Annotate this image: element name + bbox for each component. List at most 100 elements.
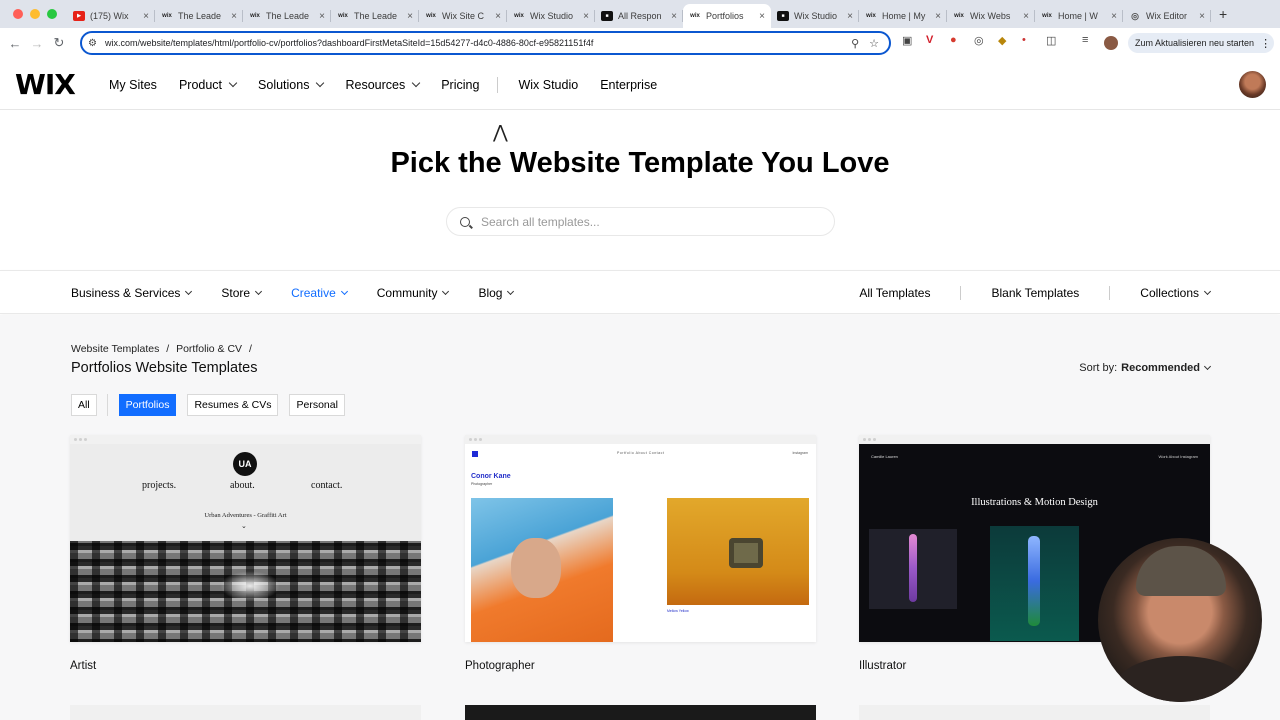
close-tab-icon[interactable]: × xyxy=(1111,11,1117,22)
close-tab-icon[interactable]: × xyxy=(583,11,589,22)
template-card-artist[interactable]: UA projects. about. contact. Urban Adven… xyxy=(70,435,421,672)
forward-icon[interactable]: → xyxy=(26,36,48,51)
browser-tab[interactable]: ◎ Wix Editor × xyxy=(1123,4,1211,28)
all-templates-link[interactable]: All Templates xyxy=(859,286,930,300)
editor-favicon-icon: ◎ xyxy=(1131,10,1139,21)
close-tab-icon[interactable]: × xyxy=(407,11,413,22)
preview-social: Instagram xyxy=(792,451,808,455)
sort-dropdown[interactable]: Sort by: Recommended xyxy=(1079,362,1212,374)
nav-my-sites[interactable]: My Sites xyxy=(109,78,157,92)
close-tab-icon[interactable]: × xyxy=(495,11,501,22)
chevron-down-icon xyxy=(255,287,263,295)
close-tab-icon[interactable]: × xyxy=(319,11,325,22)
browser-tab[interactable]: wix Wix Site C × xyxy=(419,4,507,28)
record-extension-icon[interactable]: ● xyxy=(950,34,957,46)
category-label: Business & Services xyxy=(71,286,181,300)
browser-tab[interactable]: ■ All Respon × xyxy=(595,4,683,28)
minimize-window-button[interactable] xyxy=(30,9,40,19)
reading-list-icon[interactable]: ≡ xyxy=(1082,34,1088,46)
wix-logo[interactable]: WIX xyxy=(15,68,76,101)
user-avatar[interactable] xyxy=(1239,71,1266,98)
template-card-photographer[interactable]: Portfolio About Contact Instagram Conor … xyxy=(465,435,816,672)
blank-templates-link[interactable]: Blank Templates xyxy=(991,286,1079,300)
template-search[interactable] xyxy=(446,207,835,236)
template-card-next[interactable] xyxy=(465,705,816,720)
wallet-extension-icon[interactable]: ◆ xyxy=(998,34,1006,47)
profile-avatar[interactable] xyxy=(1104,36,1118,50)
close-tab-icon[interactable]: × xyxy=(847,11,853,22)
close-tab-icon[interactable]: × xyxy=(143,11,149,22)
browser-tab[interactable]: wix Portfolios × xyxy=(683,4,771,28)
nav-product[interactable]: Product xyxy=(179,78,238,92)
search-icon xyxy=(460,216,470,227)
url-text[interactable]: wix.com/website/templates/html/portfolio… xyxy=(105,38,851,48)
template-card-next[interactable] xyxy=(70,705,421,720)
breadcrumb-website-templates[interactable]: Website Templates xyxy=(71,343,159,355)
vivaldi-extension-icon[interactable]: V xyxy=(926,34,933,46)
preview-menu: Work About Instagram xyxy=(1158,454,1199,459)
maximize-window-button[interactable] xyxy=(47,9,57,19)
tab-title: (175) Wix xyxy=(90,11,129,21)
filter-all[interactable]: All xyxy=(71,394,97,416)
screenshot-extension-icon[interactable]: ▣ xyxy=(902,34,912,47)
browser-tab[interactable]: wix The Leade × xyxy=(155,4,243,28)
site-info-icon[interactable]: ⚙ xyxy=(88,38,97,49)
wix-favicon-icon: wix xyxy=(866,13,876,19)
close-tab-icon[interactable]: × xyxy=(231,11,237,22)
pin-extension-icon[interactable]: • xyxy=(1022,34,1026,46)
reload-icon[interactable]: ↻ xyxy=(48,35,70,51)
browser-tab[interactable]: wix Wix Webs × xyxy=(947,4,1035,28)
nav-resources[interactable]: Resources xyxy=(345,78,421,92)
nav-solutions[interactable]: Solutions xyxy=(258,78,325,92)
close-tab-icon[interactable]: × xyxy=(1199,11,1205,22)
tab-title: The Leade xyxy=(178,11,222,21)
preview-window-bar xyxy=(859,435,1210,444)
browser-tab[interactable]: ▶ (175) Wix × xyxy=(67,4,155,28)
category-store[interactable]: Store xyxy=(221,286,263,300)
close-window-button[interactable] xyxy=(13,9,23,19)
back-icon[interactable]: ← xyxy=(4,36,26,51)
chevron-down-icon xyxy=(507,287,515,295)
nav-label: My Sites xyxy=(109,78,157,92)
breadcrumb-portfolio-cv[interactable]: Portfolio & CV xyxy=(176,343,242,355)
close-tab-icon[interactable]: × xyxy=(935,11,941,22)
template-card-next[interactable] xyxy=(859,705,1210,720)
template-name[interactable]: Photographer xyxy=(465,660,816,672)
more-menu-icon[interactable]: ⋮ xyxy=(1260,37,1271,50)
chevron-down-icon xyxy=(340,287,348,295)
browser-tab[interactable]: ■ Wix Studio × xyxy=(771,4,859,28)
close-tab-icon[interactable]: × xyxy=(671,11,677,22)
close-tab-icon[interactable]: × xyxy=(759,11,765,22)
browser-tab[interactable]: wix Home | W × xyxy=(1035,4,1123,28)
translate-extension-icon[interactable]: ◎ xyxy=(974,34,984,47)
template-preview[interactable]: Portfolio About Contact Instagram Conor … xyxy=(465,435,816,642)
zoom-icon[interactable]: ⚲ xyxy=(851,37,859,50)
main-nav: My Sites Product Solutions Resources Pri… xyxy=(109,77,657,93)
template-preview[interactable]: UA projects. about. contact. Urban Adven… xyxy=(70,435,421,642)
category-blog[interactable]: Blog xyxy=(478,286,515,300)
category-label: Blog xyxy=(478,286,503,300)
filter-portfolios[interactable]: Portfolios xyxy=(118,394,177,416)
category-community[interactable]: Community xyxy=(377,286,450,300)
category-creative[interactable]: Creative xyxy=(291,286,348,300)
filter-personal[interactable]: Personal xyxy=(289,394,345,416)
close-tab-icon[interactable]: × xyxy=(1023,11,1029,22)
nav-wix-studio[interactable]: Wix Studio xyxy=(518,78,578,92)
browser-tab[interactable]: wix The Leade × xyxy=(331,4,419,28)
address-bar[interactable]: ⚙ wix.com/website/templates/html/portfol… xyxy=(80,31,891,55)
browser-tab[interactable]: wix Home | My × xyxy=(859,4,947,28)
nav-pricing[interactable]: Pricing xyxy=(441,78,479,92)
restart-update-button[interactable]: Zum Aktualisieren neu starten ⋮ xyxy=(1128,33,1274,53)
new-tab-button[interactable]: + xyxy=(1219,6,1227,22)
filter-resumes-cvs[interactable]: Resumes & CVs xyxy=(187,394,279,416)
template-listing: Website Templates / Portfolio & CV / Por… xyxy=(0,315,1280,720)
template-name[interactable]: Artist xyxy=(70,660,421,672)
category-business-services[interactable]: Business & Services xyxy=(71,286,193,300)
nav-enterprise[interactable]: Enterprise xyxy=(600,78,657,92)
browser-tab[interactable]: wix Wix Studio × xyxy=(507,4,595,28)
bookmark-star-icon[interactable]: ☆ xyxy=(869,37,879,50)
search-input[interactable] xyxy=(481,214,801,229)
puzzle-extensions-icon[interactable]: ◫ xyxy=(1046,34,1056,47)
browser-tab[interactable]: wix The Leade × xyxy=(243,4,331,28)
collections-dropdown[interactable]: Collections xyxy=(1140,286,1212,300)
